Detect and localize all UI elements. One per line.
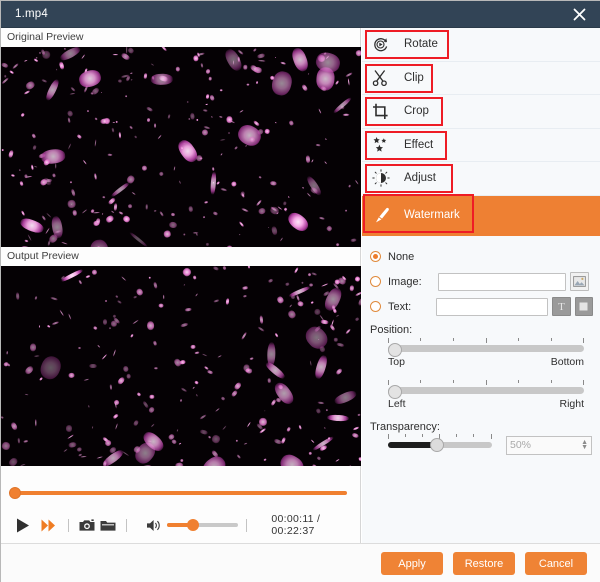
position-bottom-label: Bottom bbox=[551, 356, 584, 368]
window-title: 1.mp4 bbox=[1, 8, 48, 20]
transparency-value-field[interactable]: 50% ▲ ▼ bbox=[506, 436, 592, 455]
close-button[interactable] bbox=[557, 1, 600, 28]
radio-text[interactable] bbox=[370, 301, 381, 312]
rotate-icon bbox=[372, 36, 396, 53]
position-horizontal-slider[interactable] bbox=[388, 387, 584, 394]
output-preview-label: Output Preview bbox=[1, 247, 360, 266]
radio-none[interactable] bbox=[370, 251, 381, 262]
camera-icon bbox=[79, 519, 95, 532]
divider bbox=[68, 519, 69, 532]
preview-column: Original Preview Output Preview bbox=[1, 28, 361, 543]
transparency-fill bbox=[388, 442, 436, 448]
tools-panel: Rotate Clip bbox=[362, 28, 600, 543]
tool-label: Clip bbox=[404, 72, 424, 84]
brightness-icon bbox=[372, 169, 396, 187]
tool-label: Crop bbox=[404, 105, 429, 117]
position-horizontal-slider-block: Left Right bbox=[388, 380, 584, 410]
stepper-down-icon[interactable]: ▼ bbox=[581, 445, 588, 450]
tool-label: Adjust bbox=[404, 172, 436, 184]
tool-row-clip[interactable]: Clip bbox=[362, 62, 600, 96]
tool-label: Rotate bbox=[404, 38, 438, 50]
original-preview-video[interactable] bbox=[1, 47, 361, 247]
position-top-label: Top bbox=[388, 356, 405, 368]
scissors-icon bbox=[372, 69, 396, 86]
snapshot-button[interactable] bbox=[77, 512, 98, 538]
watermark-color-button[interactable] bbox=[575, 297, 593, 316]
font-t-icon: T bbox=[558, 301, 565, 313]
transparency-value: 50% bbox=[510, 439, 531, 451]
watermark-option-text[interactable]: Text: T bbox=[370, 296, 593, 318]
crop-icon bbox=[372, 103, 396, 120]
tool-label: Effect bbox=[404, 139, 433, 151]
volume-icon bbox=[146, 519, 163, 532]
tick-marks bbox=[388, 380, 584, 387]
play-button[interactable] bbox=[11, 512, 35, 538]
tool-label: Watermark bbox=[404, 209, 460, 221]
cancel-button[interactable]: Cancel bbox=[525, 552, 587, 575]
transport-controls: 00:00:11 / 00:22:37 bbox=[1, 507, 361, 543]
brush-icon bbox=[372, 207, 396, 224]
output-preview-video[interactable] bbox=[1, 266, 361, 466]
original-preview-label: Original Preview bbox=[1, 28, 360, 47]
transparency-handle[interactable] bbox=[430, 438, 444, 452]
video-editor-window: 1.mp4 Original Preview Output Preview bbox=[0, 0, 600, 582]
radio-image[interactable] bbox=[370, 276, 381, 287]
folder-icon bbox=[100, 519, 116, 532]
watermark-image-label: Image: bbox=[388, 276, 436, 288]
title-bar: 1.mp4 bbox=[1, 1, 600, 28]
footer-bar: Apply Restore Cancel bbox=[1, 543, 600, 582]
watermark-none-label: None bbox=[388, 251, 414, 263]
watermark-font-button[interactable]: T bbox=[552, 297, 570, 316]
divider bbox=[126, 519, 127, 532]
position-right-label: Right bbox=[559, 398, 584, 410]
transparency-label: Transparency: bbox=[370, 421, 593, 433]
position-label: Position: bbox=[370, 324, 593, 336]
transparency-slider[interactable] bbox=[388, 442, 492, 448]
time-display: 00:00:11 / 00:22:37 bbox=[271, 513, 361, 537]
tool-row-crop[interactable]: Crop bbox=[362, 95, 600, 129]
position-left-label: Left bbox=[388, 398, 406, 410]
tick-marks bbox=[388, 338, 584, 345]
position-vertical-slider[interactable] bbox=[388, 345, 584, 352]
tool-row-effect[interactable]: Effect bbox=[362, 129, 600, 163]
divider bbox=[246, 519, 247, 532]
stars-icon bbox=[372, 136, 396, 153]
position-vertical-handle[interactable] bbox=[388, 343, 402, 357]
apply-button[interactable]: Apply bbox=[381, 552, 443, 575]
tool-row-watermark[interactable]: Watermark bbox=[362, 196, 600, 236]
picture-icon bbox=[573, 276, 586, 287]
playback-progress[interactable] bbox=[1, 479, 361, 507]
fast-forward-icon bbox=[41, 519, 56, 532]
transparency-row: 50% ▲ ▼ bbox=[388, 436, 593, 455]
restore-button[interactable]: Restore bbox=[453, 552, 515, 575]
open-folder-button[interactable] bbox=[98, 512, 119, 538]
volume-handle[interactable] bbox=[187, 519, 199, 531]
position-horizontal-handle[interactable] bbox=[388, 385, 402, 399]
watermark-option-image[interactable]: Image: bbox=[370, 271, 593, 293]
watermark-options: None Image: Text: T bbox=[362, 236, 600, 455]
watermark-text-input[interactable] bbox=[436, 298, 548, 316]
watermark-text-label: Text: bbox=[388, 301, 434, 313]
progress-handle[interactable] bbox=[9, 487, 21, 499]
close-icon bbox=[573, 8, 586, 21]
color-swatch-icon bbox=[579, 302, 588, 311]
stepper-arrows[interactable]: ▲ ▼ bbox=[581, 440, 588, 450]
fast-forward-button[interactable] bbox=[37, 512, 60, 538]
tool-row-rotate[interactable]: Rotate bbox=[362, 28, 600, 62]
volume-button[interactable] bbox=[145, 512, 164, 538]
position-vertical-slider-block: Top Bottom bbox=[388, 338, 584, 368]
watermark-image-browse-button[interactable] bbox=[570, 272, 589, 291]
tool-row-adjust[interactable]: Adjust bbox=[362, 162, 600, 196]
watermark-image-input[interactable] bbox=[438, 273, 566, 291]
play-icon bbox=[16, 518, 30, 533]
progress-track[interactable] bbox=[15, 491, 347, 495]
volume-slider[interactable] bbox=[167, 523, 238, 527]
watermark-option-none[interactable]: None bbox=[370, 246, 593, 268]
tool-list: Rotate Clip bbox=[362, 28, 600, 236]
